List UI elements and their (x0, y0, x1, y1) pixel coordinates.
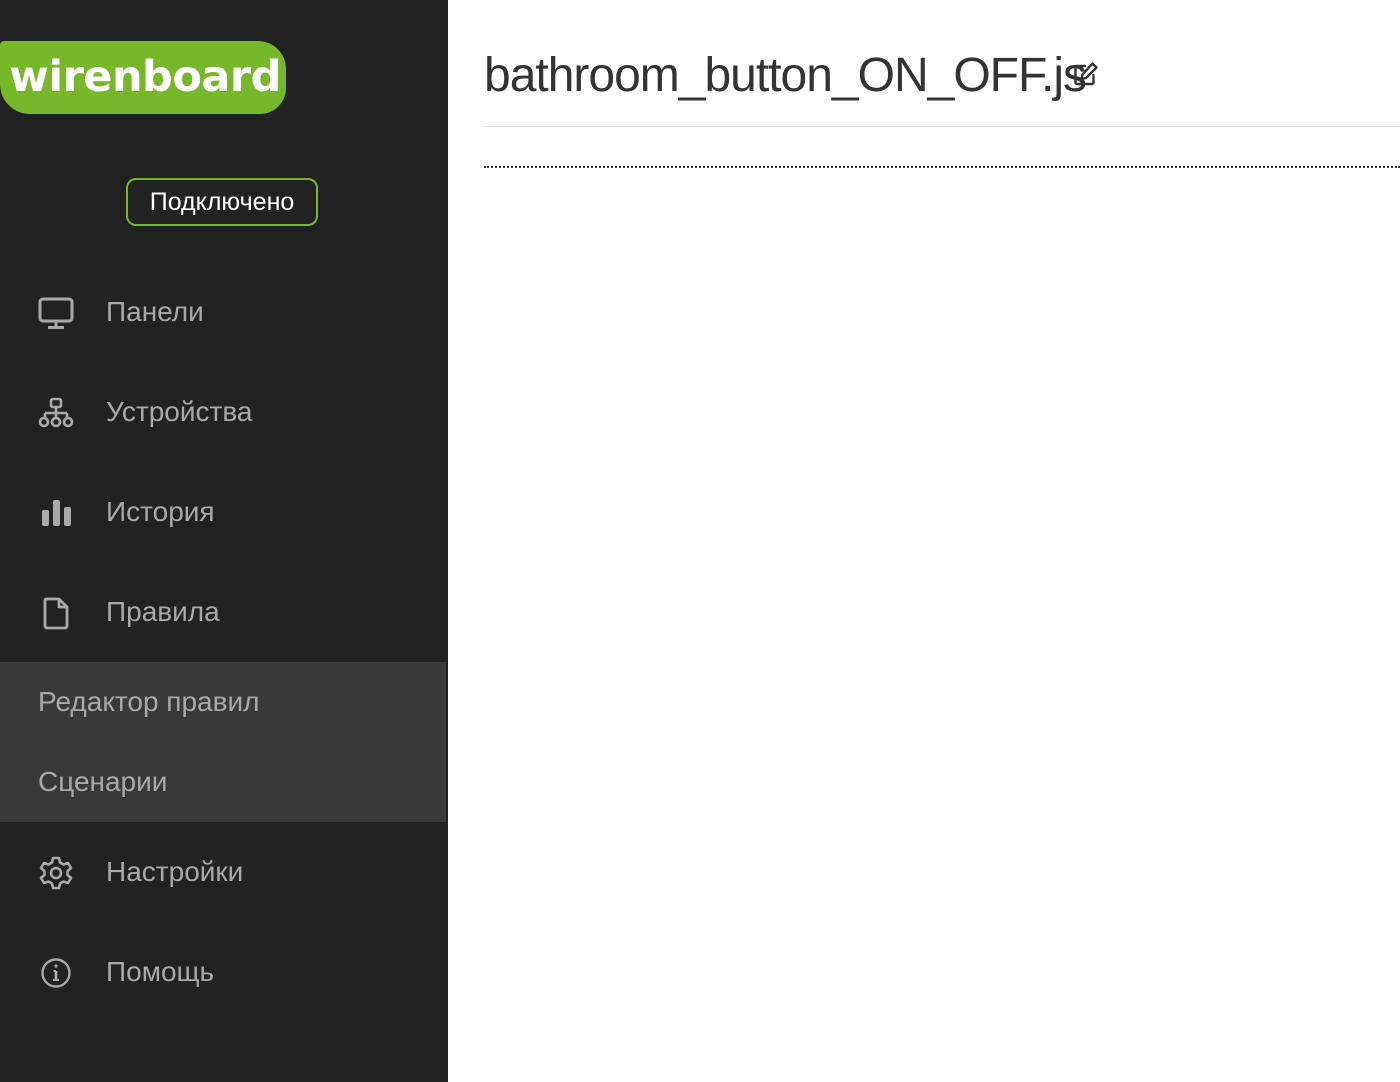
sidebar-item-panels[interactable]: Панели (0, 262, 448, 362)
sitemap-icon (38, 395, 74, 431)
sidebar-item-label: Помощь (106, 956, 215, 987)
sidebar-item-label: Устройства (106, 396, 253, 427)
sidebar-item-label: Настройки (106, 856, 244, 887)
page-title: bathroom_button_ON_OFF.js (484, 49, 1087, 102)
wirenboard-logo[interactable]: wirenboard (0, 41, 286, 114)
sidebar-item-label: История (106, 496, 215, 527)
file-icon (38, 595, 74, 631)
info-icon (38, 955, 74, 991)
dotted-divider (484, 166, 1400, 168)
submenu-item-scenarios[interactable]: Сценарии (0, 742, 446, 822)
monitor-icon (38, 295, 74, 331)
sidebar-item-label: Правила (106, 596, 220, 627)
sidebar-item-rules[interactable]: Правила (0, 562, 448, 662)
rules-submenu: Редактор правил Сценарии (0, 662, 446, 822)
connection-status-badge: Подключено (126, 178, 318, 226)
bar-chart-icon (38, 495, 74, 531)
submenu-item-label: Сценарии (38, 766, 168, 797)
sidebar-item-history[interactable]: История (0, 462, 448, 562)
sidebar-item-devices[interactable]: Устройства (0, 362, 448, 462)
sidebar-item-help[interactable]: Помощь (0, 922, 448, 1022)
main-content: bathroom_button_ON_OFF.js (448, 0, 1400, 1082)
sidebar: wirenboard Подключено Панели Устройства … (0, 0, 448, 1082)
sidebar-item-settings[interactable]: Настройки (0, 822, 448, 922)
sidebar-item-label: Панели (106, 296, 204, 327)
submenu-item-label: Редактор правил (38, 686, 260, 717)
submenu-item-rules-editor[interactable]: Редактор правил (0, 662, 446, 742)
title-divider (484, 126, 1400, 127)
edit-icon[interactable] (1072, 60, 1100, 88)
gear-icon (38, 855, 74, 891)
